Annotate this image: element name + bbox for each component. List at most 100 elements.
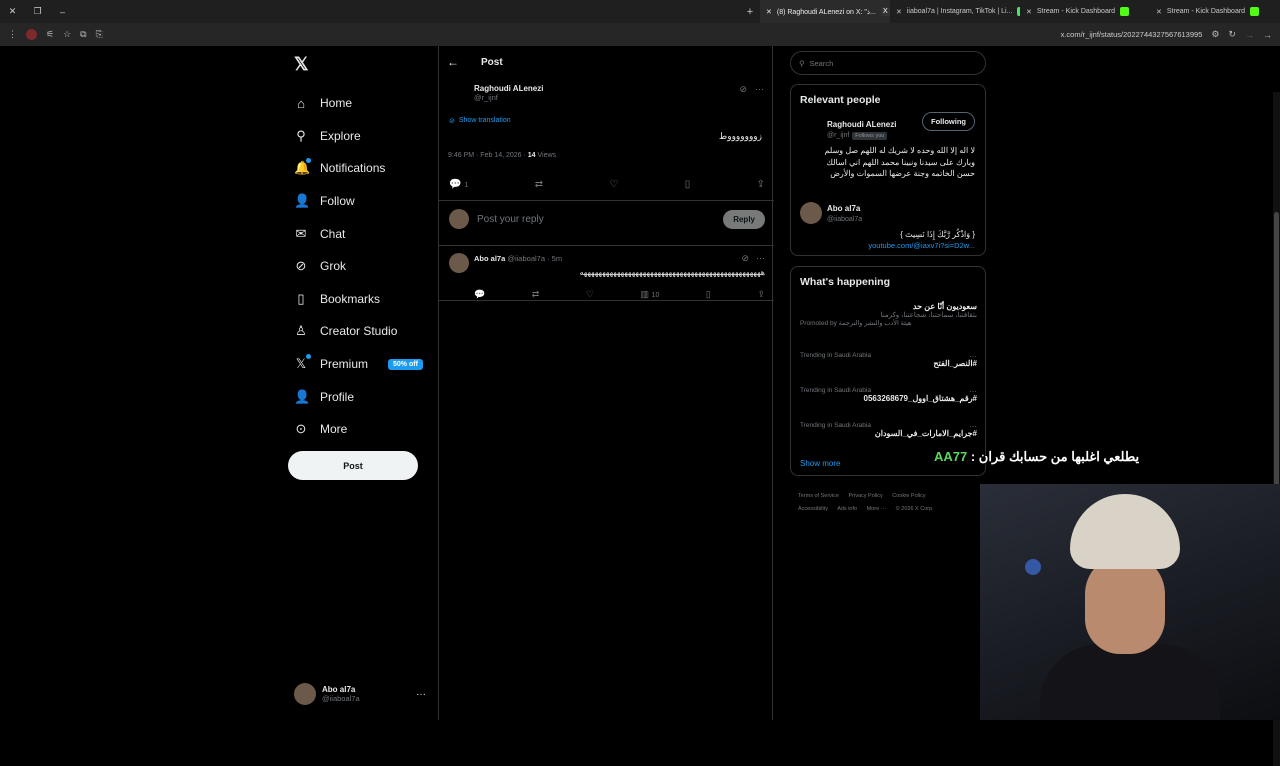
reply-icon[interactable]: 💬 bbox=[474, 289, 485, 300]
search-input[interactable]: ⚲ Search bbox=[790, 51, 986, 75]
nav-item-notifications[interactable]: 🔔 Notifications bbox=[294, 152, 423, 185]
nav-item-creator-studio[interactable]: ♙ Creator Studio bbox=[294, 315, 423, 348]
tab-close-icon[interactable]: ✕ bbox=[766, 8, 772, 16]
streamer-hat bbox=[1070, 494, 1180, 569]
stream-overlay-text: يطلعي اغلبها من حسابك قران : AA77 bbox=[934, 449, 1139, 465]
reply-icon: 💬 bbox=[449, 179, 462, 190]
x-icon: 𝕏 bbox=[294, 354, 311, 372]
nav-item-grok[interactable]: ⊘ Grok bbox=[294, 250, 423, 283]
person-link[interactable]: youtube.com/@iaxv7i?si=D2w... bbox=[868, 241, 975, 250]
reply-author-name[interactable]: Abo al7a bbox=[474, 254, 505, 263]
promoted-item[interactable]: سعوديون أنّا عن حد بثقافتنا، سماحتنا، شج… bbox=[800, 302, 977, 327]
views-action[interactable]: ▥ 10 bbox=[641, 289, 660, 300]
grok-icon[interactable]: ⊘ bbox=[739, 84, 747, 95]
tab-label: Stream - Kick Dashboard bbox=[1166, 8, 1246, 15]
post-header-icons: ⊘ ··· bbox=[739, 84, 764, 95]
account-switcher[interactable]: Abo al7a @iiaboal7a ··· bbox=[294, 683, 426, 705]
person-name[interactable]: Abo al7a bbox=[827, 204, 860, 213]
bookmark-icon[interactable]: ▯ bbox=[706, 289, 711, 300]
person-name[interactable]: Raghoudi ALenezi bbox=[827, 120, 896, 129]
reply-text: هههههههههههههههههههههههههههههههههههههههه… bbox=[579, 268, 765, 277]
reply-action[interactable]: 💬 1 bbox=[449, 179, 468, 190]
more-dots-icon[interactable]: ··· bbox=[755, 84, 764, 95]
nav-item-premium[interactable]: 𝕏 Premium 50% off bbox=[294, 348, 423, 381]
back-icon[interactable]: → bbox=[1263, 30, 1272, 40]
browser-tab[interactable]: ✕ Stream - Kick Dashboard bbox=[1150, 0, 1280, 23]
close-window-icon[interactable]: ✕ bbox=[0, 6, 25, 17]
more-dots-icon[interactable]: ··· bbox=[756, 253, 765, 264]
like-icon[interactable]: ♡ bbox=[586, 289, 594, 300]
reload-icon[interactable]: ↻ bbox=[1228, 29, 1236, 40]
site-settings-icon[interactable]: ⚙ bbox=[1211, 29, 1219, 40]
back-arrow-icon[interactable]: ← bbox=[447, 55, 459, 69]
footer-link[interactable]: Cookie Policy bbox=[892, 493, 925, 499]
nav-item-bookmarks[interactable]: ▯ Bookmarks bbox=[294, 283, 423, 316]
like-icon[interactable]: ♡ bbox=[609, 179, 618, 190]
browser-tab[interactable]: ✕ (8) Raghoudi ALenezi on X: "ذ... X bbox=[760, 0, 890, 23]
nav-item-follow[interactable]: 👤 Follow bbox=[294, 185, 423, 218]
reply-button[interactable]: Reply bbox=[723, 209, 765, 229]
profile-avatar-icon[interactable] bbox=[26, 29, 37, 40]
author-handle[interactable]: @r_ijnf bbox=[474, 93, 764, 102]
browser-tab[interactable]: ✕ Stream - Kick Dashboard bbox=[1020, 0, 1150, 23]
footer-link[interactable]: Terms of Service bbox=[798, 493, 839, 499]
avatar[interactable] bbox=[800, 202, 822, 224]
author-name[interactable]: Raghoudi ALenezi bbox=[474, 84, 764, 93]
kick-favicon-icon bbox=[1120, 7, 1130, 16]
post-text: زوووووووط bbox=[718, 131, 762, 141]
repost-icon[interactable]: ⇄ bbox=[535, 179, 543, 190]
home-icon: ⌂ bbox=[297, 95, 305, 111]
menu-dots-icon[interactable]: ⋮ bbox=[8, 29, 17, 40]
webcam-feed bbox=[980, 484, 1280, 720]
install-icon[interactable]: ⧉ bbox=[80, 29, 86, 40]
extensions-icon[interactable]: ⚟ bbox=[46, 29, 54, 40]
more-dots-icon[interactable]: ··· bbox=[969, 352, 977, 361]
browser-tab[interactable]: ✕ iiaboal7a | Instagram, TikTok | Li... bbox=[890, 0, 1020, 23]
show-more-link[interactable]: Show more bbox=[800, 459, 840, 468]
nav-item-chat[interactable]: ✉ Chat bbox=[294, 217, 423, 250]
account-handle: @iiaboal7a bbox=[322, 694, 360, 703]
nav-item-profile[interactable]: 👤 Profile bbox=[294, 380, 423, 413]
x-logo-icon[interactable]: 𝕏 bbox=[294, 54, 309, 75]
share-icon[interactable]: ⇪ bbox=[757, 289, 765, 300]
new-tab-button[interactable]: + bbox=[740, 6, 760, 18]
footer-link[interactable]: Accessibility bbox=[798, 506, 828, 512]
post-header: ← Post bbox=[447, 55, 503, 69]
post-time[interactable]: 9:46 PM · Feb 14, 2026 · bbox=[448, 152, 528, 159]
footer-link[interactable]: More ··· bbox=[867, 506, 887, 512]
trend-item[interactable]: Trending in Saudi Arabia #رقم_هشتاق_اوول… bbox=[800, 387, 977, 403]
reply-input[interactable]: Post your reply bbox=[477, 214, 715, 225]
nav-item-more[interactable]: ⊙ More bbox=[294, 413, 423, 446]
nav-item-label: More bbox=[320, 422, 348, 437]
post-button[interactable]: Post bbox=[288, 451, 418, 480]
repost-icon[interactable]: ⇄ bbox=[532, 289, 540, 300]
trend-item[interactable]: Trending in Saudi Arabia #النصر_الفتح ··… bbox=[800, 352, 977, 368]
star-icon[interactable]: ☆ bbox=[63, 29, 71, 40]
nav-item-explore[interactable]: ⚲ Explore bbox=[294, 120, 423, 153]
footer-link[interactable]: Privacy Policy bbox=[849, 493, 883, 499]
footer-link[interactable]: Ads info bbox=[837, 506, 857, 512]
share-icon[interactable]: ⎘ bbox=[96, 29, 103, 40]
following-button[interactable]: Following bbox=[922, 112, 975, 131]
share-icon[interactable]: ⇪ bbox=[757, 179, 765, 190]
tab-close-icon[interactable]: ✕ bbox=[896, 8, 902, 16]
forward-icon[interactable]: → bbox=[1245, 30, 1254, 40]
show-translation-link[interactable]: ⊘ Show translation bbox=[449, 117, 511, 125]
minimize-window-icon[interactable]: – bbox=[50, 7, 75, 17]
more-dots-icon[interactable]: ··· bbox=[969, 387, 977, 396]
tab-label: (8) Raghoudi ALenezi on X: "ذ... bbox=[776, 8, 876, 16]
trend-item[interactable]: Trending in Saudi Arabia #جرايم_الامارات… bbox=[800, 422, 977, 438]
url-field[interactable]: x.com/r_ijnf/status/2022744327567613995 bbox=[1061, 30, 1203, 39]
left-sidebar: 𝕏 ⌂ Home ⚲ Explore 🔔 Notifications 👤 Follow ✉ Cha… bbox=[288, 46, 438, 720]
nav-item-label: Premium bbox=[320, 357, 369, 372]
nav-item-home[interactable]: ⌂ Home bbox=[294, 87, 423, 120]
person-handle: @r_ijnf bbox=[827, 132, 850, 139]
more-dots-icon[interactable]: ··· bbox=[969, 422, 977, 431]
more-dots-icon[interactable]: ··· bbox=[416, 689, 426, 700]
tab-close-icon[interactable]: ✕ bbox=[1026, 8, 1032, 16]
tab-close-icon[interactable]: ✕ bbox=[1156, 8, 1162, 16]
grok-icon[interactable]: ⊘ bbox=[741, 253, 749, 264]
restore-window-icon[interactable]: ❐ bbox=[25, 6, 50, 17]
bookmark-icon[interactable]: ▯ bbox=[685, 179, 691, 190]
avatar[interactable] bbox=[449, 253, 469, 273]
